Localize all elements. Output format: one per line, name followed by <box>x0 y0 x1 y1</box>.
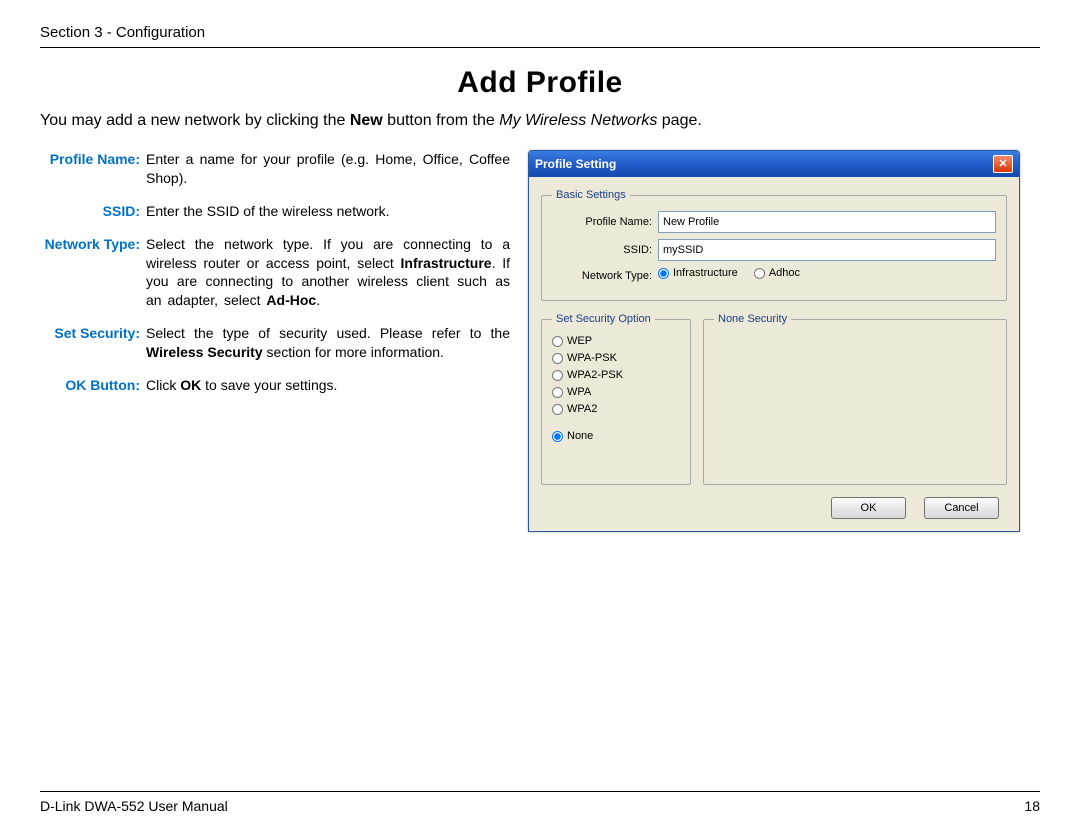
def-ok-button-label: OK Button: <box>40 376 146 395</box>
opt-none[interactable]: None <box>552 430 680 442</box>
opt-wpa2-psk[interactable]: WPA2-PSK <box>552 369 680 381</box>
def-profile-name-text: Enter a name for your profile (e.g. Home… <box>146 150 510 188</box>
nt-b2: Ad-Hoc <box>266 292 316 308</box>
dialog-titlebar: Profile Setting ✕ <box>529 151 1019 177</box>
radio-adhoc-option[interactable]: Adhoc <box>754 267 800 279</box>
ss-t1: Select the type of security used. Please… <box>146 325 510 341</box>
radio-wpa2-psk[interactable] <box>552 370 563 381</box>
close-icon: ✕ <box>998 159 1007 170</box>
ok-t1: Click <box>146 377 180 393</box>
ok-button[interactable]: OK <box>831 497 906 519</box>
section-header: Section 3 - Configuration <box>40 24 1040 48</box>
cancel-button[interactable]: Cancel <box>924 497 999 519</box>
nt-b1: Infrastructure <box>401 255 492 271</box>
intro-bold: New <box>350 112 383 129</box>
def-ssid-text: Enter the SSID of the wireless network. <box>146 202 510 221</box>
radio-wpa2[interactable] <box>552 404 563 415</box>
radio-wpa[interactable] <box>552 387 563 398</box>
basic-settings-fieldset: Basic Settings Profile Name: SSID: Netwo… <box>541 189 1007 301</box>
ok-b1: OK <box>180 377 201 393</box>
radio-none-label: None <box>567 430 593 442</box>
def-set-security-text: Select the type of security used. Please… <box>146 324 510 362</box>
close-button[interactable]: ✕ <box>993 155 1013 173</box>
dialog-title: Profile Setting <box>535 157 616 171</box>
opt-wpa-psk[interactable]: WPA-PSK <box>552 352 680 364</box>
intro-post: page. <box>657 112 701 129</box>
ss-b1: Wireless Security <box>146 344 263 360</box>
radio-adhoc[interactable] <box>754 268 765 279</box>
none-security-fieldset: None Security <box>703 313 1007 485</box>
profile-name-input[interactable] <box>658 211 996 233</box>
radio-infrastructure-option[interactable]: Infrastructure <box>658 267 738 279</box>
radio-wpa-psk-label: WPA-PSK <box>567 352 617 364</box>
ssid-field-label: SSID: <box>552 244 658 256</box>
opt-wpa[interactable]: WPA <box>552 386 680 398</box>
def-network-type-text: Select the network type. If you are conn… <box>146 235 510 311</box>
radio-wpa2-psk-label: WPA2-PSK <box>567 369 623 381</box>
intro-pre: You may add a new network by clicking th… <box>40 112 350 129</box>
footer-left: D-Link DWA-552 User Manual <box>40 798 228 814</box>
def-ok-button-text: Click OK to save your settings. <box>146 376 510 395</box>
radio-wpa2-label: WPA2 <box>567 403 597 415</box>
intro-mid: button from the <box>383 112 500 129</box>
nt-t3: . <box>316 292 320 308</box>
ssid-input[interactable] <box>658 239 996 261</box>
basic-settings-legend: Basic Settings <box>552 189 630 201</box>
def-set-security-label: Set Security: <box>40 324 146 343</box>
def-ssid-label: SSID: <box>40 202 146 221</box>
radio-adhoc-label: Adhoc <box>769 267 800 279</box>
radio-none[interactable] <box>552 431 563 442</box>
intro-paragraph: You may add a new network by clicking th… <box>40 112 1040 130</box>
page-title: Add Profile <box>40 66 1040 100</box>
opt-wep[interactable]: WEP <box>552 335 680 347</box>
footer-page-number: 18 <box>1024 798 1040 814</box>
radio-wpa-psk[interactable] <box>552 353 563 364</box>
set-security-fieldset: Set Security Option WEP WPA-PSK WPA2-PSK… <box>541 313 691 485</box>
radio-infrastructure[interactable] <box>658 268 669 279</box>
ok-t2: to save your settings. <box>201 377 337 393</box>
radio-wep-label: WEP <box>567 335 592 347</box>
ss-t2: section for more information. <box>263 344 444 360</box>
def-profile-name-label: Profile Name: <box>40 150 146 169</box>
network-type-field-label: Network Type: <box>552 270 658 282</box>
none-security-legend: None Security <box>714 313 791 325</box>
profile-name-field-label: Profile Name: <box>552 216 658 228</box>
radio-wpa-label: WPA <box>567 386 591 398</box>
radio-infrastructure-label: Infrastructure <box>673 267 738 279</box>
profile-setting-dialog: Profile Setting ✕ Basic Settings Profile… <box>528 150 1020 532</box>
opt-wpa2[interactable]: WPA2 <box>552 403 680 415</box>
radio-wep[interactable] <box>552 336 563 347</box>
intro-italic: My Wireless Networks <box>499 112 657 129</box>
def-network-type-label: Network Type: <box>40 235 146 254</box>
set-security-legend: Set Security Option <box>552 313 655 325</box>
